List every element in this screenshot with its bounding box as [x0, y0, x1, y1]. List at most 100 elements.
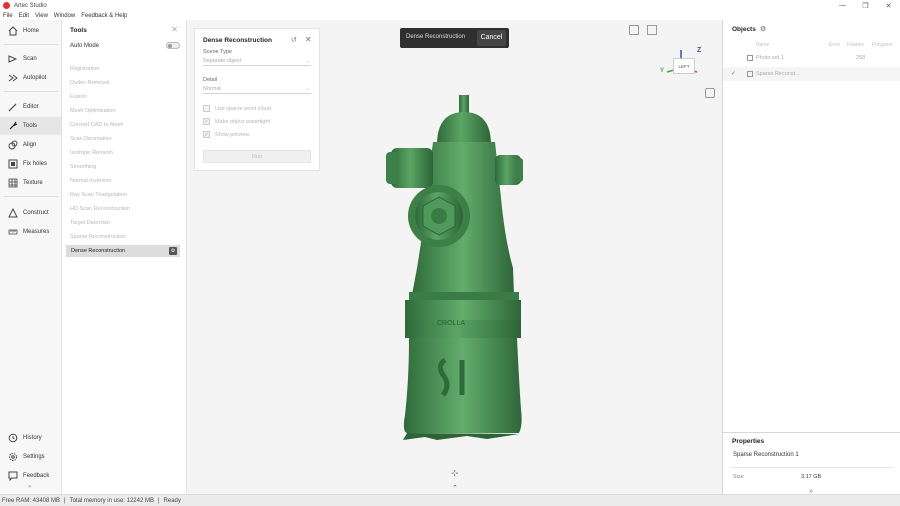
- table-row[interactable]: ✓ Sparse Reconst...: [723, 67, 900, 81]
- objects-panel: Objects ⚙ Name Error Frames Polygons Pho…: [722, 20, 900, 432]
- tool-item[interactable]: Ray Scan Triangulation: [70, 192, 127, 198]
- nav-label: Editor: [23, 104, 39, 110]
- tool-item[interactable]: Smoothing: [70, 164, 96, 170]
- close-icon[interactable]: ✕: [305, 35, 312, 44]
- column-header[interactable]: Error: [829, 42, 840, 48]
- menu-edit[interactable]: Edit: [19, 13, 29, 19]
- show-preview-checkbox-row[interactable]: ✓ Show preview: [203, 131, 249, 138]
- tool-item[interactable]: Outlier Removal: [70, 80, 109, 86]
- use-sparse-checkbox-row[interactable]: Use sparse point cloud: [203, 105, 271, 112]
- nav-fix-holes[interactable]: Fix holes: [0, 155, 61, 173]
- tools-panel: Tools ✕ Auto Mode Registration Outlier R…: [62, 20, 187, 494]
- status-separator: |: [157, 497, 160, 504]
- cancel-button[interactable]: Cancel: [477, 30, 506, 46]
- tool-item[interactable]: HD Scan Reconstruction: [70, 206, 130, 212]
- autopilot-icon: [7, 72, 19, 84]
- tool-item[interactable]: Target Detection: [70, 220, 110, 226]
- nav-measures[interactable]: Measures: [0, 223, 61, 241]
- menu-bar: File Edit View Window Feedback & Help: [0, 11, 900, 20]
- nav-collapse-button[interactable]: »: [28, 484, 31, 490]
- nav-history[interactable]: History: [0, 429, 61, 447]
- gizmo-face-label: LEFT: [673, 58, 695, 74]
- nav-home[interactable]: Home: [0, 22, 61, 40]
- tools-close-button[interactable]: ✕: [171, 25, 178, 34]
- status-state: Ready: [163, 497, 181, 504]
- title-bar: Artec Studio — ❐ ✕: [0, 0, 900, 11]
- nav-label: Autopilot: [23, 75, 47, 81]
- detail-label: Detail: [203, 77, 218, 83]
- checkbox[interactable]: ✓: [203, 131, 210, 138]
- chevron-down-icon: ⌄: [305, 86, 310, 92]
- nav-feedback[interactable]: Feedback: [0, 467, 61, 485]
- detail-select[interactable]: Normal ⌄: [203, 86, 311, 94]
- menu-window[interactable]: Window: [54, 13, 75, 19]
- nav-align[interactable]: Align: [0, 136, 61, 154]
- pivot-icon[interactable]: ⊹: [451, 468, 459, 479]
- table-row[interactable]: Photo set 1 258: [723, 51, 900, 65]
- nav-texture[interactable]: Texture: [0, 174, 61, 192]
- visibility-check[interactable]: ✓: [731, 70, 736, 77]
- window-controls: — ❐ ✕: [831, 2, 900, 10]
- close-window-button[interactable]: ✕: [877, 2, 900, 10]
- orientation-gizmo[interactable]: Z Y LEFT: [657, 47, 707, 98]
- layout-grid-icon[interactable]: [629, 25, 639, 35]
- menu-feedback-help[interactable]: Feedback & Help: [81, 13, 127, 19]
- nav-construct[interactable]: Construct: [0, 204, 61, 222]
- tool-active-label: Dense Reconstruction: [71, 248, 126, 254]
- nav-editor[interactable]: Editor: [0, 98, 61, 116]
- settings-icon: [7, 451, 19, 463]
- fit-view-icon[interactable]: [647, 25, 657, 35]
- gizmo-y-label: Y: [660, 68, 665, 74]
- detail-value: Normal: [203, 86, 221, 92]
- nav-label: Feedback: [23, 473, 50, 479]
- menu-view[interactable]: View: [35, 13, 48, 19]
- column-header[interactable]: Frames: [847, 42, 864, 48]
- tool-item[interactable]: Scan Decimation: [70, 136, 112, 142]
- nav-label: Align: [23, 142, 37, 148]
- nav-label: Home: [23, 28, 40, 34]
- watertight-checkbox-row[interactable]: ✓ Make object watertight: [203, 118, 270, 125]
- status-bar: Free RAM: 43408 MB | Total memory in use…: [0, 494, 900, 506]
- restore-button[interactable]: ❐: [854, 2, 877, 10]
- nav-settings[interactable]: Settings: [0, 448, 61, 466]
- view-cube-icon[interactable]: [705, 88, 715, 98]
- nav-autopilot[interactable]: Autopilot: [0, 69, 61, 87]
- nav-scan[interactable]: Scan: [0, 50, 61, 68]
- measures-icon: [7, 226, 19, 238]
- nav-label: Construct: [23, 210, 49, 216]
- minimize-button[interactable]: —: [831, 2, 854, 10]
- tool-item[interactable]: Fusion: [70, 94, 87, 100]
- auto-mode-toggle[interactable]: [166, 42, 180, 49]
- tool-item[interactable]: Sparse Reconstruction: [70, 234, 126, 240]
- column-header[interactable]: Name: [756, 42, 769, 48]
- nav-label: Measures: [23, 229, 50, 235]
- feedback-icon: [7, 470, 19, 482]
- tool-item[interactable]: Registration: [70, 66, 99, 72]
- tool-settings-icon[interactable]: ⚙: [169, 247, 177, 255]
- tool-item[interactable]: Convert CAD to Mesh: [70, 122, 124, 128]
- construct-icon: [7, 207, 19, 219]
- gizmo-z-label: Z: [697, 47, 702, 54]
- tool-item[interactable]: Isotropic Remesh: [70, 150, 113, 156]
- checkbox-label: Use sparse point cloud: [215, 105, 271, 112]
- checkbox[interactable]: ✓: [203, 118, 210, 125]
- texture-icon: [7, 177, 19, 189]
- expand-up-icon[interactable]: ⌃: [452, 484, 458, 492]
- left-nav: Home Scan Autopilot Editor Tools Align F…: [0, 20, 62, 494]
- column-header[interactable]: Polygons: [872, 42, 893, 48]
- menu-file[interactable]: File: [3, 13, 13, 19]
- checkbox[interactable]: [203, 105, 210, 112]
- nav-tools[interactable]: Tools: [0, 117, 61, 135]
- nav-divider: [4, 196, 58, 197]
- tool-item[interactable]: Mesh Optimization: [70, 108, 116, 114]
- tool-item-active[interactable]: Dense Reconstruction ⚙: [66, 245, 180, 257]
- history-icon: [7, 432, 19, 444]
- scene-type-select[interactable]: Separate object ⌄: [203, 58, 311, 66]
- tool-item[interactable]: Normal Inversion: [70, 178, 112, 184]
- reset-icon[interactable]: ↺: [291, 36, 297, 44]
- scene-type-label: Scene Type: [203, 49, 232, 55]
- gear-icon[interactable]: ⚙: [760, 25, 766, 33]
- object-frames: 258: [856, 55, 866, 61]
- dense-panel-title: Dense Reconstruction: [203, 37, 272, 44]
- run-button[interactable]: Run: [203, 150, 311, 163]
